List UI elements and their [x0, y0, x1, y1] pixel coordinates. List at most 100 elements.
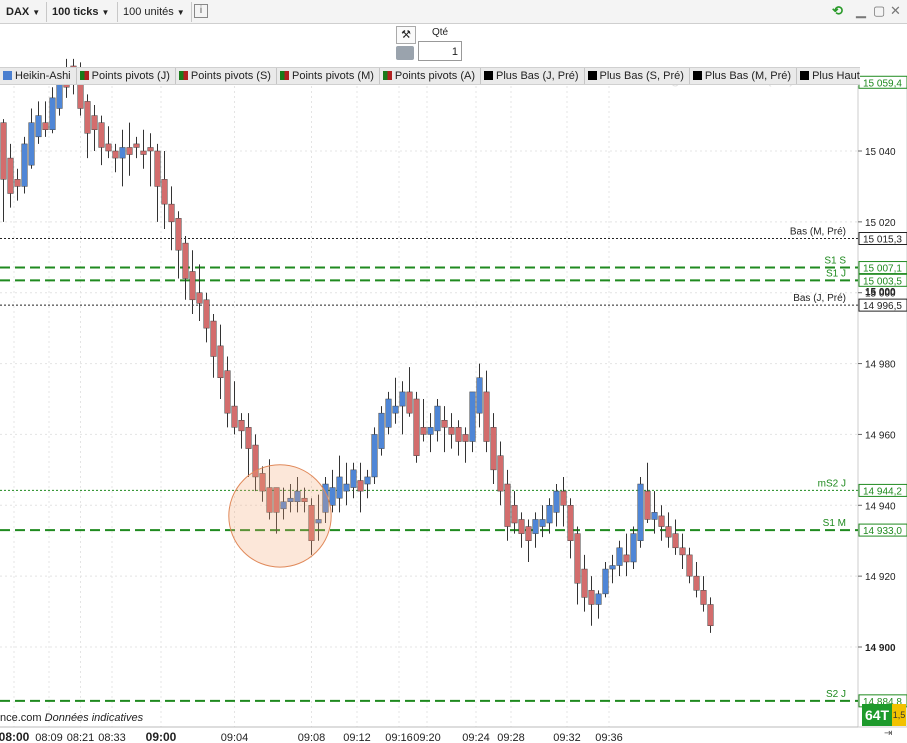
candle-body	[651, 512, 658, 520]
tick-counter-sub: 1,5	[892, 704, 906, 726]
candle-body	[441, 420, 448, 428]
x-tick-label: 08:33	[98, 732, 126, 743]
candle-body	[469, 391, 476, 442]
candle-body	[385, 398, 392, 428]
x-tick-label: 09:00	[146, 730, 177, 743]
candle-body	[119, 147, 126, 159]
x-tick-label: 08:21	[67, 732, 95, 743]
candle-body	[434, 405, 441, 432]
level-name-label: Bas (M, Pré)	[790, 227, 846, 238]
candle-body	[35, 115, 42, 138]
indicator-chip[interactable]: Heikin-Ashi	[0, 68, 77, 84]
candle-body	[203, 299, 210, 329]
x-tick-label: 08:00	[0, 730, 30, 743]
price-axis[interactable]	[857, 85, 907, 728]
indicator-chip[interactable]: Points pivots (J)	[77, 68, 176, 84]
candle-body	[665, 526, 672, 538]
indicator-chip[interactable]: Plus Bas (M, Pré)	[690, 68, 798, 84]
candle-body	[28, 122, 35, 166]
candle-body	[420, 427, 427, 435]
candle-body	[497, 455, 504, 492]
candle-body	[350, 469, 357, 488]
indicator-chip[interactable]: Plus Bas (S, Pré)	[585, 68, 690, 84]
candle-body	[224, 370, 231, 414]
indicator-label: Plus Haut (	[812, 70, 860, 82]
candle-body	[462, 434, 469, 442]
candle-body	[679, 547, 686, 556]
indicator-chip[interactable]: Plus Bas (J, Pré)	[481, 68, 585, 84]
candle-body	[553, 490, 560, 513]
candle-body	[532, 519, 539, 534]
indicator-color-icon	[800, 71, 810, 80]
candle-body	[105, 143, 112, 152]
x-tick-label: 09:32	[553, 732, 581, 743]
indicator-label: Plus Bas (J, Pré)	[496, 70, 579, 82]
candle-body	[357, 480, 364, 492]
candle-body	[399, 391, 406, 407]
candle-body	[595, 593, 602, 605]
indicator-label: Heikin-Ashi	[15, 70, 71, 82]
scroll-end-icon[interactable]: ⇥	[884, 728, 892, 739]
annotation-circle	[228, 464, 332, 568]
y-tick-label: 14 900	[865, 643, 896, 654]
candle-body	[364, 476, 371, 485]
candle-body	[413, 398, 420, 456]
candle-body	[238, 420, 245, 432]
candle-body	[7, 157, 14, 194]
indicator-color-icon	[587, 71, 597, 80]
indicator-color-icon	[79, 71, 89, 80]
level-name-label: S2 J	[826, 689, 846, 700]
candle-body	[609, 565, 616, 570]
candle-body	[217, 345, 224, 378]
candle-body	[490, 427, 497, 471]
level-name-label: Bas (J, Pré)	[793, 293, 846, 304]
level-name-label: mS2 J	[818, 478, 846, 489]
indicator-color-icon	[692, 71, 702, 80]
candle-body	[504, 483, 511, 527]
x-tick-label: 09:04	[221, 732, 249, 743]
indicator-chip[interactable]: Plus Haut (	[797, 68, 860, 84]
candle-body	[329, 487, 336, 506]
candle-body	[189, 271, 196, 301]
level-price-label: 15 007,1	[863, 264, 902, 275]
level-price-label: 15 003,5	[863, 276, 902, 287]
candle-body	[196, 292, 203, 304]
price-marker-label: 15 059,4	[863, 78, 902, 89]
x-tick-label: 09:12	[343, 732, 371, 743]
candle-body	[245, 427, 252, 449]
candle-body	[427, 427, 434, 435]
x-tick-label: 08:09	[35, 732, 63, 743]
indicator-chip[interactable]: Points pivots (S)	[176, 68, 277, 84]
price-round-label: 15 000	[865, 287, 896, 298]
price-chart[interactable]: 15 040 15 020 15 000 14 980 14 960 14 940 14 9…	[0, 0, 907, 743]
indicator-chip[interactable]: Points pivots (A)	[380, 68, 481, 84]
candle-body	[343, 483, 350, 492]
candle-body	[154, 150, 161, 187]
candle-body	[448, 427, 455, 435]
candle-body	[483, 391, 490, 442]
tick-counter-badge: 64T	[862, 704, 892, 726]
x-tick-label: 09:16	[385, 732, 413, 743]
x-tick-label: 09:36	[595, 732, 623, 743]
candle-body	[616, 547, 623, 566]
footer-note: nce.com Données indicatives	[0, 712, 143, 724]
footer-source: nce.com	[0, 712, 42, 724]
candle-body	[630, 533, 637, 563]
candle-body	[588, 590, 595, 605]
indicator-label: Points pivots (J)	[91, 70, 170, 82]
indicator-chip[interactable]: Points pivots (M)	[277, 68, 380, 84]
candle-body	[14, 179, 21, 187]
candle-body	[49, 97, 56, 130]
candle-body	[182, 242, 189, 279]
candle-body	[378, 412, 385, 449]
candle-body	[161, 179, 168, 205]
level-name-label: S1 M	[823, 518, 846, 529]
candle-body	[406, 391, 413, 414]
indicator-color-icon	[178, 71, 188, 80]
y-tick-label: 14 980	[865, 360, 896, 371]
x-tick-label: 09:20	[413, 732, 441, 743]
candle-body	[42, 122, 49, 130]
candle-body	[700, 590, 707, 605]
plot-area[interactable]	[0, 86, 858, 727]
candle-body	[21, 143, 28, 187]
